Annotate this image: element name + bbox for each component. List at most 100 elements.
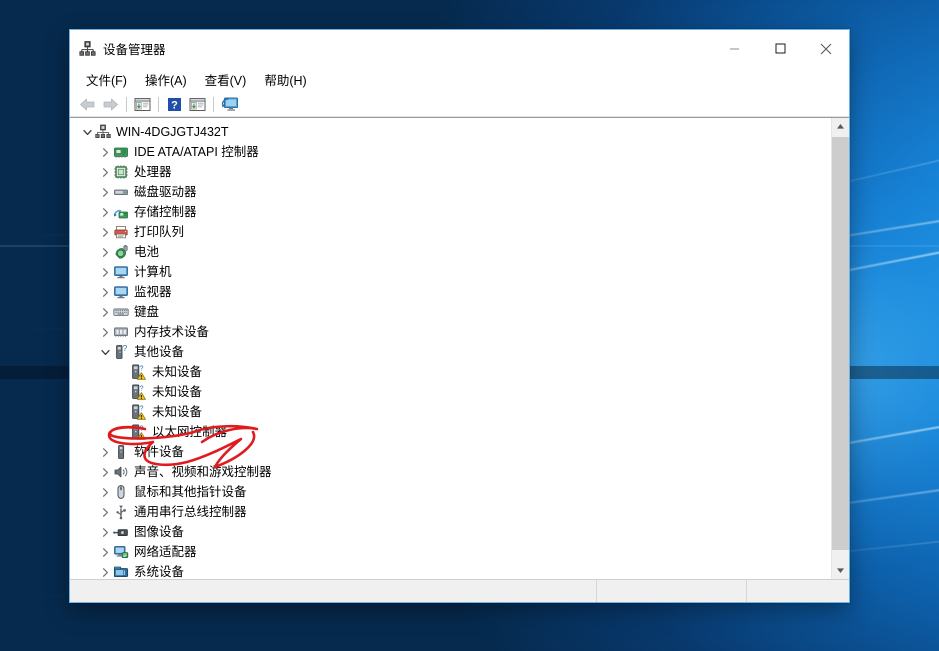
tree-expander-collapsed[interactable] [97,204,113,220]
tree-expander-none [115,424,131,440]
tree-expander-collapsed[interactable] [97,544,113,560]
tree-row[interactable]: ? 未知设备 [70,402,831,422]
chevron-down-icon [82,129,92,135]
disk-drive-icon [114,189,128,195]
tree-expander-none [115,404,131,420]
tree-row[interactable]: 软件设备 [70,442,831,462]
software-device-icon [118,445,125,459]
tree-row[interactable]: 存储控制器 [70,202,831,222]
tree-row[interactable]: 处理器 [70,162,831,182]
processor-icon [114,165,128,179]
chevron-down-icon [100,349,110,355]
tree-row[interactable]: 计算机 [70,262,831,282]
tree-expander-collapsed[interactable] [97,164,113,180]
chevron-right-icon [102,287,108,297]
tree-row[interactable]: 图像设备 [70,522,831,542]
tree-expander-collapsed[interactable] [97,444,113,460]
tree-expander-collapsed[interactable] [97,184,113,200]
device-tree[interactable]: WIN-4DGJGTJ432T IDE ATA/ATAPI 控制器 处理器磁盘驱动器… [70,118,831,579]
tree-expander-collapsed[interactable] [97,304,113,320]
tree-expander-collapsed[interactable] [97,504,113,520]
minimize-button[interactable] [711,30,757,67]
toolbar-help-button[interactable]: ? [163,94,186,115]
tree-row[interactable]: 声音、视频和游戏控制器 [70,462,831,482]
tree-row[interactable]: 通用串行总线控制器 [70,502,831,522]
tree-row[interactable]: 磁盘驱动器 [70,182,831,202]
tree-row[interactable]: ? 其他设备 [70,342,831,362]
tree-expander-none [115,384,131,400]
tree-expander-expanded[interactable] [97,344,113,360]
tree-row[interactable]: 鼠标和其他指针设备 [70,482,831,502]
svg-text:?: ? [140,426,144,433]
toolbar-scan-hardware-button[interactable] [218,94,241,115]
svg-text:?: ? [123,344,128,353]
tree-row[interactable]: 打印队列 [70,222,831,242]
device-manager-icon [79,41,96,56]
tree-expander-collapsed[interactable] [97,464,113,480]
sound-icon [114,466,128,478]
vertical-scrollbar[interactable] [831,118,849,579]
tree-expander-collapsed[interactable] [97,564,113,579]
unknown-device-warning-icon: ? [132,424,146,440]
chevron-right-icon [102,567,108,577]
scroll-up-arrow-icon [837,124,844,129]
tree-row[interactable]: 内存技术设备 [70,322,831,342]
monitor-icon [114,286,128,299]
toolbar-properties-button[interactable] [186,94,209,115]
tree-row[interactable]: 电池 [70,242,831,262]
scrollbar-thumb[interactable] [832,137,849,550]
tree-expander-collapsed[interactable] [97,144,113,160]
scrollbar-track[interactable] [832,135,849,562]
scroll-up-button[interactable] [832,118,849,135]
tree-expander-expanded[interactable] [79,124,95,140]
tree-row[interactable]: 网络适配器 [70,542,831,562]
tree-row-label: IDE ATA/ATAPI 控制器 [134,145,259,159]
tree-row[interactable]: 监视器 [70,282,831,302]
battery-icon [115,245,128,259]
toolbar-forward-button[interactable] [99,94,122,115]
menu-file[interactable]: 文件(F) [77,67,136,93]
tree-row[interactable]: ? 未知设备 [70,382,831,402]
tree-row[interactable]: ? 未知设备 [70,362,831,382]
chevron-right-icon [102,507,108,517]
tree-expander-collapsed[interactable] [97,284,113,300]
tree-row[interactable]: IDE ATA/ATAPI 控制器 [70,142,831,162]
tree-row-label: 通用串行总线控制器 [134,505,247,519]
tree-row[interactable]: 系统设备 [70,562,831,579]
scroll-down-arrow-icon [837,568,844,573]
storage-controller-icon [114,209,128,219]
menu-help[interactable]: 帮助(H) [255,67,315,93]
tree-expander-collapsed[interactable] [97,224,113,240]
tree-expander-collapsed[interactable] [97,524,113,540]
svg-text:?: ? [140,366,144,373]
tree-row[interactable]: ? 以太网控制器 [70,422,831,442]
memory-device-icon [114,327,128,337]
tree-expander-collapsed[interactable] [97,484,113,500]
window-title: 设备管理器 [103,43,166,57]
status-segment-2 [597,580,747,602]
scroll-down-button[interactable] [832,562,849,579]
properties-icon [189,97,206,111]
toolbar-console-tree-button[interactable] [131,94,154,115]
tree-expander-none [115,364,131,380]
show-hide-console-tree-icon [134,97,151,111]
tree-row-label: 网络适配器 [134,545,197,559]
close-button[interactable] [803,30,849,67]
menu-bar: 文件(F) 操作(A) 查看(V) 帮助(H) [70,67,849,92]
scan-hardware-changes-icon [221,97,238,111]
tree-expander-collapsed[interactable] [97,244,113,260]
tree-row[interactable]: WIN-4DGJGTJ432T [70,122,831,142]
tree-row-label: 处理器 [134,165,172,179]
tree-expander-collapsed[interactable] [97,324,113,340]
tree-row[interactable]: 键盘 [70,302,831,322]
title-bar[interactable]: 设备管理器 [70,30,849,67]
tree-row-label: 磁盘驱动器 [134,185,197,199]
chevron-right-icon [102,547,108,557]
maximize-button[interactable] [757,30,803,67]
toolbar-back-button[interactable] [76,94,99,115]
menu-action[interactable]: 操作(A) [136,67,196,93]
menu-view[interactable]: 查看(V) [196,67,256,93]
tree-expander-collapsed[interactable] [97,264,113,280]
window-controls [711,30,849,67]
close-icon [820,43,832,54]
